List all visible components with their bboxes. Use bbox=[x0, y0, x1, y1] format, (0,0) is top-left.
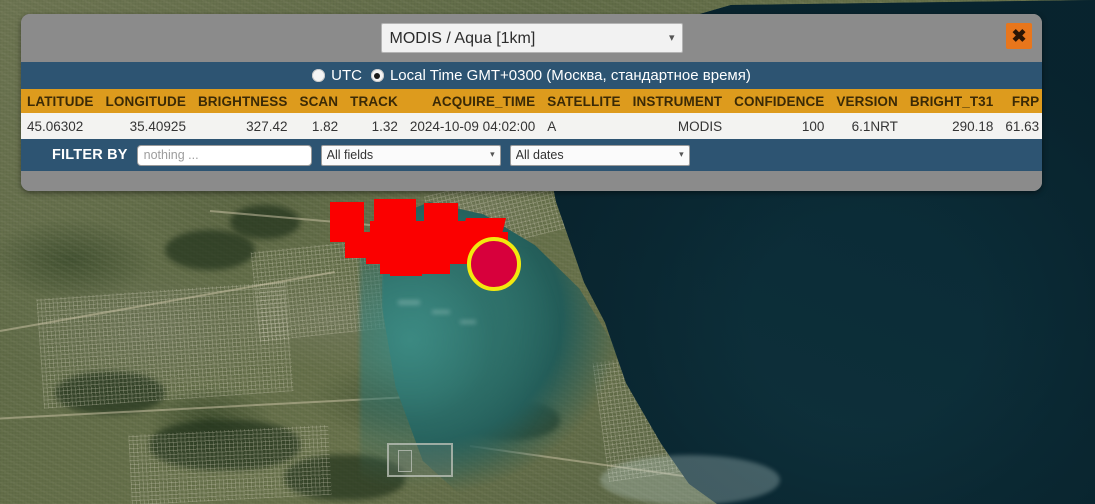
filter-dates-wrapper: All dates ▾ bbox=[510, 145, 690, 166]
table-cell-satellite: A bbox=[541, 113, 626, 139]
fire-polygon-part bbox=[390, 262, 422, 276]
radio-option-local-time[interactable]: Local Time GMT+0300 (Москва, стандартное… bbox=[371, 67, 751, 84]
radio-utc-label: UTC bbox=[331, 67, 362, 84]
sensor-select[interactable]: MODIS / Aqua [1km] bbox=[381, 23, 683, 53]
table-column-header-brightness[interactable]: BRIGHTNESS bbox=[192, 89, 294, 113]
table-column-header-confidence[interactable]: CONFIDENCE bbox=[728, 89, 830, 113]
map-surf-line bbox=[398, 300, 420, 305]
filter-text-input[interactable] bbox=[137, 145, 312, 166]
table-cell-scan: 1.82 bbox=[293, 113, 344, 139]
table-header-row: LATITUDELONGITUDEBRIGHTNESSSCANTRACKACQU… bbox=[21, 89, 1042, 113]
table-column-header-version[interactable]: VERSION bbox=[830, 89, 903, 113]
table-cell-acquire_time: 2024-10-09 04:02:00 bbox=[404, 113, 541, 139]
table-cell-latitude: 45.06302 bbox=[21, 113, 100, 139]
map-jetty bbox=[398, 450, 412, 472]
radio-local-label: Local Time GMT+0300 (Москва, стандартное… bbox=[390, 67, 751, 84]
radio-utc-indicator[interactable] bbox=[312, 69, 325, 82]
table-column-header-longitude[interactable]: LONGITUDE bbox=[100, 89, 192, 113]
table-cell-bright_t31: 290.18 bbox=[904, 113, 1000, 139]
filter-bar: FILTER BY All fields ▾ All dates ▾ bbox=[21, 139, 1042, 171]
table-header: LATITUDELONGITUDEBRIGHTNESSSCANTRACKACQU… bbox=[21, 89, 1042, 113]
time-mode-bar: UTC Local Time GMT+0300 (Москва, стандар… bbox=[21, 62, 1042, 89]
table-cell-brightness: 327.42 bbox=[192, 113, 294, 139]
table-cell-confidence: 100 bbox=[728, 113, 830, 139]
table-body: 45.0630235.40925327.421.821.322024-10-09… bbox=[21, 113, 1042, 139]
close-button[interactable]: ✖ bbox=[1006, 23, 1032, 49]
table-column-header-scan[interactable]: SCAN bbox=[293, 89, 344, 113]
screenshot-root: MODIS / Aqua [1km] ▾ ✖ UTC Local Time GM… bbox=[0, 0, 1095, 504]
fire-polygon-part bbox=[345, 240, 369, 258]
table-cell-track: 1.32 bbox=[344, 113, 404, 139]
table-column-header-track[interactable]: TRACK bbox=[344, 89, 404, 113]
table-cell-frp: 61.63 bbox=[999, 113, 1042, 139]
table-column-header-instrument[interactable]: INSTRUMENT bbox=[627, 89, 729, 113]
fire-point-marker[interactable] bbox=[467, 237, 521, 291]
filter-dates-select[interactable]: All dates bbox=[510, 145, 690, 166]
map-jetty bbox=[387, 443, 453, 477]
table-cell-longitude: 35.40925 bbox=[100, 113, 192, 139]
table-column-header-satellite[interactable]: SATELLITE bbox=[541, 89, 626, 113]
panel-header: MODIS / Aqua [1km] ▾ ✖ bbox=[21, 14, 1042, 62]
panel-footer bbox=[21, 171, 1042, 191]
table-column-header-latitude[interactable]: LATITUDE bbox=[21, 89, 100, 113]
radio-local-indicator[interactable] bbox=[371, 69, 384, 82]
table-row[interactable]: 45.0630235.40925327.421.821.322024-10-09… bbox=[21, 113, 1042, 139]
fire-data-table: LATITUDELONGITUDEBRIGHTNESSSCANTRACKACQU… bbox=[21, 89, 1042, 139]
fire-info-panel: MODIS / Aqua [1km] ▾ ✖ UTC Local Time GM… bbox=[21, 14, 1042, 191]
table-column-header-acquire_time[interactable]: ACQUIRE_TIME bbox=[404, 89, 541, 113]
map-surf-line bbox=[600, 455, 780, 504]
map-surf-line bbox=[432, 310, 450, 314]
radio-option-utc[interactable]: UTC bbox=[312, 67, 362, 84]
map-surf-line bbox=[460, 320, 476, 324]
table-cell-instrument: MODIS bbox=[627, 113, 729, 139]
filter-by-label: FILTER BY bbox=[52, 147, 128, 163]
filter-fields-select[interactable]: All fields bbox=[321, 145, 501, 166]
map-vegetation-patch bbox=[165, 230, 255, 270]
filter-fields-wrapper: All fields ▾ bbox=[321, 145, 501, 166]
table-cell-version: 6.1NRT bbox=[830, 113, 903, 139]
table-column-header-bright_t31[interactable]: BRIGHT_T31 bbox=[904, 89, 1000, 113]
map-urban-area bbox=[128, 425, 331, 504]
table-column-header-frp[interactable]: FRP bbox=[999, 89, 1042, 113]
sensor-select-wrapper: MODIS / Aqua [1km] ▾ bbox=[381, 23, 683, 53]
map-vegetation-patch bbox=[230, 205, 300, 239]
